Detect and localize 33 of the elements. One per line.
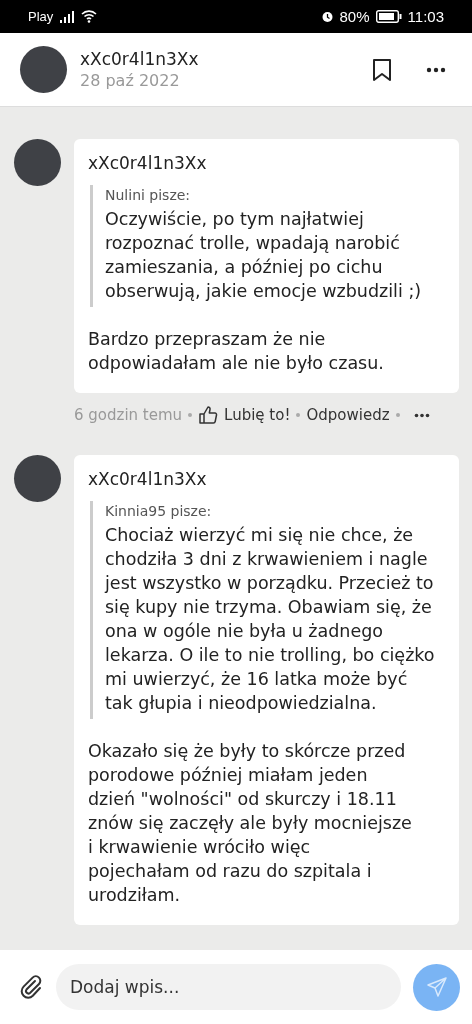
author-name[interactable]: xXc0r4l1n3Xx xyxy=(80,49,372,69)
author-name[interactable]: xXc0r4l1n3Xx xyxy=(88,153,445,173)
comment-text: Okazało się że były to skórcze przed porodowe później miałam jeden dzień "wolności" od skurczy i 18.11 znów się zaczęły ale były mocniejsze i krwawienie wróciło więc pojechałam od razu do szpitala i urodziłam. xyxy=(88,740,413,907)
quote-author: Kinnia95 pisze: xyxy=(105,503,213,519)
avatar[interactable] xyxy=(20,46,67,93)
signal-icon xyxy=(59,10,76,23)
paperclip-icon[interactable] xyxy=(18,974,44,1000)
bookmark-icon[interactable] xyxy=(372,57,392,82)
quote-text: Oczywiście, po tym najłatwiej rozpoznać trolle, wpadają narobić zamieszania, a później po cichu obserwują, jakie emocje wzbudzili ;) xyxy=(105,208,423,303)
comment-time: 6 godzin temu xyxy=(74,406,183,424)
alarm-icon xyxy=(320,10,334,23)
avatar[interactable] xyxy=(14,455,61,502)
battery-percent: 80% xyxy=(339,8,370,25)
quote-author: Nulini pisze: xyxy=(105,187,192,203)
more-icon[interactable] xyxy=(413,412,430,418)
quote-text: Chociaż wierzyć mi się nie chce, że chodziła 3 dni z krwawieniem i nagle jest wszystko w porządku. Przecież to się kupy nie trzyma. Obawiam się, że ona w ogóle nie była u żadnego lekarza. O ile to nie trolling, bo ciężko mi uwierzyć, że 16 latka może być tak głupia i nieodpowiedzialna. xyxy=(105,524,436,715)
author-name[interactable]: xXc0r4l1n3Xx xyxy=(88,469,445,489)
comment-input[interactable]: Dodaj wpis... xyxy=(56,964,401,1010)
clock-time: 11:03 xyxy=(407,8,444,25)
send-icon xyxy=(425,976,448,998)
separator-dot xyxy=(188,413,193,417)
like-link[interactable]: Lubię to! xyxy=(224,406,291,424)
separator-dot xyxy=(296,413,301,417)
more-icon[interactable] xyxy=(426,66,446,73)
battery-icon xyxy=(375,10,402,23)
wifi-icon xyxy=(81,10,98,23)
reply-link[interactable]: Odpowiedz xyxy=(306,406,390,424)
post-date: 28 paź 2022 xyxy=(80,71,181,90)
comment-text: Bardzo przepraszam że nie odpowiadałam ale nie było czasu. xyxy=(88,328,385,375)
separator-dot xyxy=(395,413,400,417)
avatar[interactable] xyxy=(14,139,61,186)
carrier-name: Play xyxy=(28,9,54,24)
thumbs-up-icon[interactable] xyxy=(198,405,219,425)
